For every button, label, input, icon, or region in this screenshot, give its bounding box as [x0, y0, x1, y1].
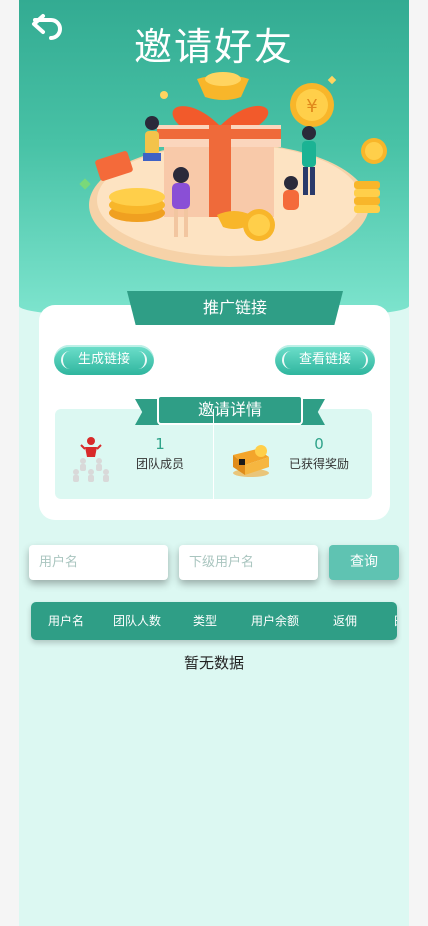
invite-details-ribbon: 邀请详情: [135, 395, 325, 425]
team-count-label: 团队成员: [135, 457, 184, 471]
search-bar: 查询: [29, 545, 399, 581]
table-header: 用户名 团队人数 类型 用户余额 返佣 日: [31, 602, 397, 640]
invite-details-panel: 邀请详情 1 团队成员 0 已获得奖励: [55, 395, 372, 499]
column-header-date: 日: [389, 602, 397, 640]
view-link-button[interactable]: 查看链接: [275, 345, 375, 375]
svg-text:¥: ¥: [306, 96, 317, 117]
column-header-team-size: 团队人数: [112, 614, 161, 628]
generate-link-button[interactable]: 生成链接: [54, 345, 154, 375]
query-button[interactable]: 查询: [329, 545, 399, 580]
reward-value: 0: [314, 435, 324, 453]
promo-card: 推广链接 生成链接 查看链接 邀请详情 1 团队成员 0 已获得奖励: [39, 291, 390, 520]
column-header-commission: 返佣: [332, 614, 357, 628]
hero-banner: 邀请好友 ¥: [19, 0, 409, 320]
divider: [213, 409, 214, 499]
reward-label: 已获得奖励: [288, 457, 349, 471]
team-pyramid-icon: [73, 437, 109, 482]
username-input[interactable]: [29, 545, 168, 580]
page-title: 邀请好友: [133, 25, 294, 69]
column-header-balance: 用户余额: [250, 614, 299, 628]
phone-screen: 邀请好友 ¥ 推广链接 生成链接 查看链接 邀请详情 1 团队成员 0 已获得奖…: [19, 0, 409, 926]
reward-box-icon: [233, 445, 269, 477]
promo-link-header: 推广链接: [127, 291, 343, 325]
team-count-value: 1: [155, 435, 165, 453]
invite-details-header: 邀请详情: [157, 395, 303, 425]
sub-username-input[interactable]: [179, 545, 318, 580]
column-header-username: 用户名: [47, 614, 84, 628]
column-header-type: 类型: [192, 614, 217, 628]
gift-celebration-illustration: ¥: [79, 72, 387, 267]
empty-state-text: 暂无数据: [183, 654, 244, 672]
